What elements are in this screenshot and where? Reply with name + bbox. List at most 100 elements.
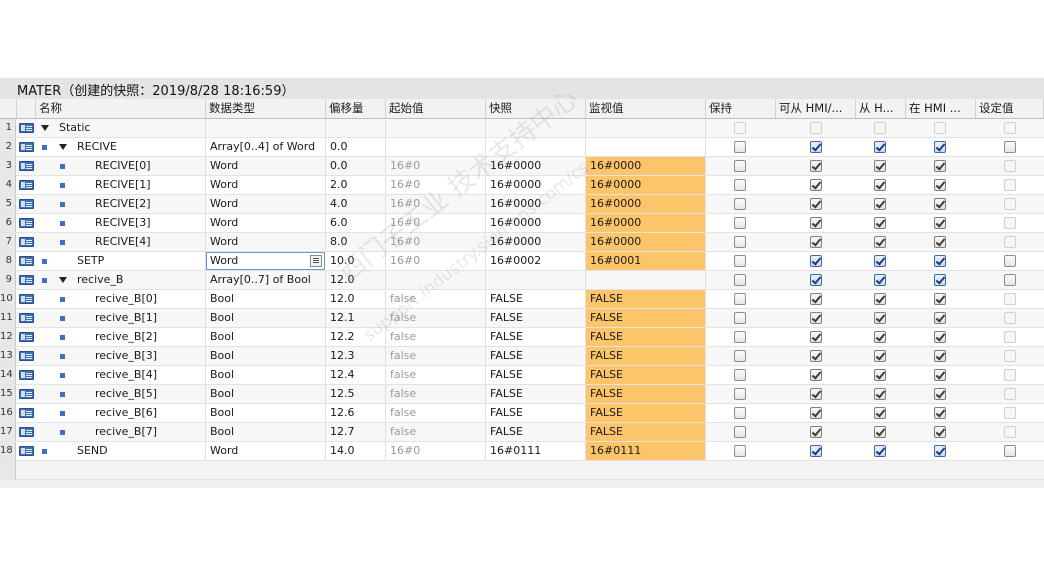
setpoint-checkbox[interactable]	[1004, 445, 1016, 457]
retain-checkbox[interactable]	[734, 122, 746, 134]
hmi-access-checkbox[interactable]	[810, 274, 822, 286]
hmi-access-checkbox[interactable]	[810, 312, 822, 324]
table-row[interactable]: 2 RECIVE Array[0..4] of Word 0.0	[0, 138, 1044, 157]
setpoint-checkbox[interactable]	[1004, 179, 1016, 191]
retain-checkbox[interactable]	[734, 426, 746, 438]
datatype-cell[interactable]: Word	[206, 195, 326, 213]
retain-checkbox[interactable]	[734, 369, 746, 381]
hmi-visible-checkbox[interactable]	[934, 255, 946, 267]
setpoint-checkbox[interactable]	[1004, 407, 1016, 419]
variable-name[interactable]: RECIVE	[74, 138, 206, 156]
variable-name[interactable]: recive_B[2]	[92, 328, 206, 346]
setpoint-checkbox[interactable]	[1004, 350, 1016, 362]
table-row[interactable]: 4 RECIVE[1] Word 2.0 16#0 16#0000 16#0000	[0, 176, 1044, 195]
hmi-visible-checkbox[interactable]	[934, 236, 946, 248]
hmi-visible-checkbox[interactable]	[934, 407, 946, 419]
table-row[interactable]: 6 RECIVE[3] Word 6.0 16#0 16#0000 16#0000	[0, 214, 1044, 233]
hmi-write-checkbox[interactable]	[874, 236, 886, 248]
hmi-access-checkbox[interactable]	[810, 426, 822, 438]
hmi-write-checkbox[interactable]	[874, 426, 886, 438]
variable-name[interactable]: recive_B[3]	[92, 347, 206, 365]
datatype-cell[interactable]: Word	[206, 157, 326, 175]
hmi-write-checkbox[interactable]	[874, 160, 886, 172]
setpoint-checkbox[interactable]	[1004, 331, 1016, 343]
hmi-write-checkbox[interactable]	[874, 274, 886, 286]
header-setpoint[interactable]: 设定值	[976, 99, 1044, 118]
table-row[interactable]: 7 RECIVE[4] Word 8.0 16#0 16#0000 16#0000	[0, 233, 1044, 252]
retain-checkbox[interactable]	[734, 331, 746, 343]
setpoint-checkbox[interactable]	[1004, 312, 1016, 324]
datatype-cell[interactable]: Word	[206, 233, 326, 251]
variable-name[interactable]: Static	[56, 119, 206, 137]
table-row[interactable]: 14 recive_B[4] Bool 12.4 false FALSE FALSE	[0, 366, 1044, 385]
table-row[interactable]: 9 recive_B Array[0..7] of Bool 12.0	[0, 271, 1044, 290]
hmi-access-checkbox[interactable]	[810, 293, 822, 305]
hmi-access-checkbox[interactable]	[810, 350, 822, 362]
variable-name[interactable]: RECIVE[3]	[92, 214, 206, 232]
hmi-write-checkbox[interactable]	[874, 331, 886, 343]
hmi-visible-checkbox[interactable]	[934, 217, 946, 229]
setpoint-checkbox[interactable]	[1004, 160, 1016, 172]
retain-checkbox[interactable]	[734, 388, 746, 400]
datatype-edit-text[interactable]: Word	[210, 253, 238, 269]
datatype-cell[interactable]: Bool	[206, 290, 326, 308]
hmi-access-checkbox[interactable]	[810, 122, 822, 134]
header-offset[interactable]: 偏移量	[326, 99, 386, 118]
retain-checkbox[interactable]	[734, 160, 746, 172]
hmi-visible-checkbox[interactable]	[934, 312, 946, 324]
hmi-write-checkbox[interactable]	[874, 388, 886, 400]
table-row[interactable]: 18 SEND Word 14.0 16#0 16#0111 16#0111	[0, 442, 1044, 461]
variable-name[interactable]: recive_B[0]	[92, 290, 206, 308]
setpoint-checkbox[interactable]	[1004, 141, 1016, 153]
hmi-write-checkbox[interactable]	[874, 217, 886, 229]
datatype-cell[interactable]: Word	[206, 214, 326, 232]
datatype-cell[interactable]: Bool	[206, 366, 326, 384]
variable-name[interactable]: recive_B[6]	[92, 404, 206, 422]
hmi-write-checkbox[interactable]	[874, 198, 886, 210]
retain-checkbox[interactable]	[734, 179, 746, 191]
setpoint-checkbox[interactable]	[1004, 217, 1016, 229]
hmi-write-checkbox[interactable]	[874, 445, 886, 457]
hmi-visible-checkbox[interactable]	[934, 198, 946, 210]
variable-name[interactable]: recive_B[7]	[92, 423, 206, 441]
retain-checkbox[interactable]	[734, 255, 746, 267]
datatype-cell[interactable]: Bool	[206, 328, 326, 346]
variable-name[interactable]: RECIVE[2]	[92, 195, 206, 213]
hmi-write-checkbox[interactable]	[874, 312, 886, 324]
datatype-cell[interactable]: Array[0..7] of Bool	[206, 271, 326, 289]
hmi-visible-checkbox[interactable]	[934, 331, 946, 343]
hmi-write-checkbox[interactable]	[874, 141, 886, 153]
retain-checkbox[interactable]	[734, 293, 746, 305]
hmi-visible-checkbox[interactable]	[934, 122, 946, 134]
hmi-visible-checkbox[interactable]	[934, 369, 946, 381]
setpoint-checkbox[interactable]	[1004, 369, 1016, 381]
hmi-access-checkbox[interactable]	[810, 198, 822, 210]
hmi-write-checkbox[interactable]	[874, 407, 886, 419]
hmi-visible-checkbox[interactable]	[934, 445, 946, 457]
setpoint-checkbox[interactable]	[1004, 255, 1016, 267]
variable-name[interactable]: recive_B[1]	[92, 309, 206, 327]
table-row[interactable]: 5 RECIVE[2] Word 4.0 16#0 16#0000 16#0000	[0, 195, 1044, 214]
hmi-write-checkbox[interactable]	[874, 369, 886, 381]
retain-checkbox[interactable]	[734, 198, 746, 210]
datatype-edit-field[interactable]: Word	[206, 252, 325, 270]
setpoint-checkbox[interactable]	[1004, 388, 1016, 400]
datatype-cell[interactable]: Word	[206, 442, 326, 460]
hmi-visible-checkbox[interactable]	[934, 274, 946, 286]
datatype-cell[interactable]: Bool	[206, 404, 326, 422]
setpoint-checkbox[interactable]	[1004, 274, 1016, 286]
datatype-cell[interactable]: Bool	[206, 309, 326, 327]
retain-checkbox[interactable]	[734, 350, 746, 362]
retain-checkbox[interactable]	[734, 236, 746, 248]
table-row[interactable]: 3 RECIVE[0] Word 0.0 16#0 16#0000 16#0000	[0, 157, 1044, 176]
retain-checkbox[interactable]	[734, 445, 746, 457]
retain-checkbox[interactable]	[734, 274, 746, 286]
datatype-cell[interactable]: Bool	[206, 347, 326, 365]
variable-name[interactable]: SETP	[74, 252, 206, 270]
datatype-cell[interactable]: Bool	[206, 385, 326, 403]
hmi-write-checkbox[interactable]	[874, 122, 886, 134]
table-row[interactable]: 10 recive_B[0] Bool 12.0 false FALSE FALSE	[0, 290, 1044, 309]
hmi-access-checkbox[interactable]	[810, 388, 822, 400]
header-hmi-write[interactable]: 从 H...	[856, 99, 906, 118]
hmi-write-checkbox[interactable]	[874, 179, 886, 191]
